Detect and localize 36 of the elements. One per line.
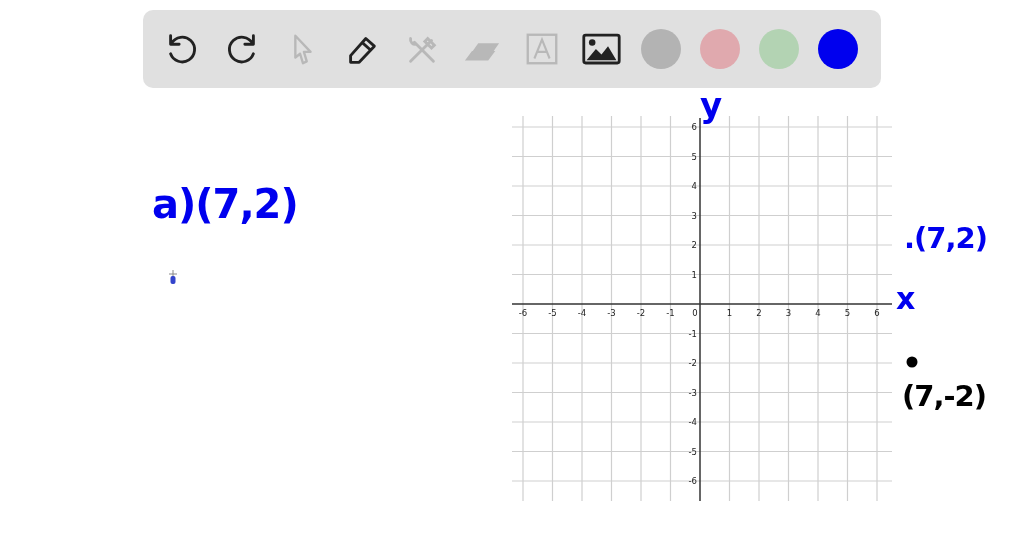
tick-label: 1 bbox=[691, 269, 697, 280]
tick-label: -6 bbox=[688, 476, 697, 486]
tick-label: 6 bbox=[874, 308, 880, 318]
tick-label: 1 bbox=[726, 308, 733, 318]
color-swatch[interactable] bbox=[641, 29, 681, 69]
tick-label: -4 bbox=[577, 308, 587, 318]
tick-label: 5 bbox=[691, 151, 697, 162]
tick-label: -1 bbox=[688, 328, 697, 339]
color-swatch[interactable] bbox=[818, 29, 858, 69]
tick-label: -5 bbox=[548, 308, 557, 318]
handwritten-note: x bbox=[896, 284, 915, 314]
tick-label: 0 bbox=[692, 308, 698, 318]
tick-label: -5 bbox=[688, 446, 697, 457]
tick-label: 3 bbox=[691, 210, 697, 221]
tick-label: -6 bbox=[518, 308, 528, 318]
tick-label: -3 bbox=[688, 387, 697, 398]
cursor-icon bbox=[168, 270, 178, 284]
handwritten-note: y bbox=[700, 88, 722, 122]
tick-label: 4 bbox=[815, 308, 821, 318]
color-swatch[interactable] bbox=[700, 29, 740, 69]
tick-label: -2 bbox=[688, 358, 697, 368]
color-swatch[interactable] bbox=[759, 29, 799, 69]
tick-label: -3 bbox=[607, 308, 616, 318]
handwritten-note: a)(7,2) bbox=[152, 184, 298, 224]
point-dot-icon bbox=[906, 356, 918, 368]
tick-label: -4 bbox=[688, 417, 697, 427]
handwritten-note: .(7,2) bbox=[904, 224, 987, 253]
tick-label: 2 bbox=[691, 240, 697, 250]
tick-label: 2 bbox=[756, 308, 762, 318]
tick-label: -1 bbox=[666, 308, 675, 318]
tick-label: 3 bbox=[785, 308, 792, 318]
tick-label: 6 bbox=[691, 122, 697, 132]
tick-label: 5 bbox=[844, 308, 851, 318]
handwritten-note: (7,-2) bbox=[902, 382, 986, 411]
tick-label: -2 bbox=[636, 308, 646, 318]
tick-label: 4 bbox=[691, 181, 697, 191]
